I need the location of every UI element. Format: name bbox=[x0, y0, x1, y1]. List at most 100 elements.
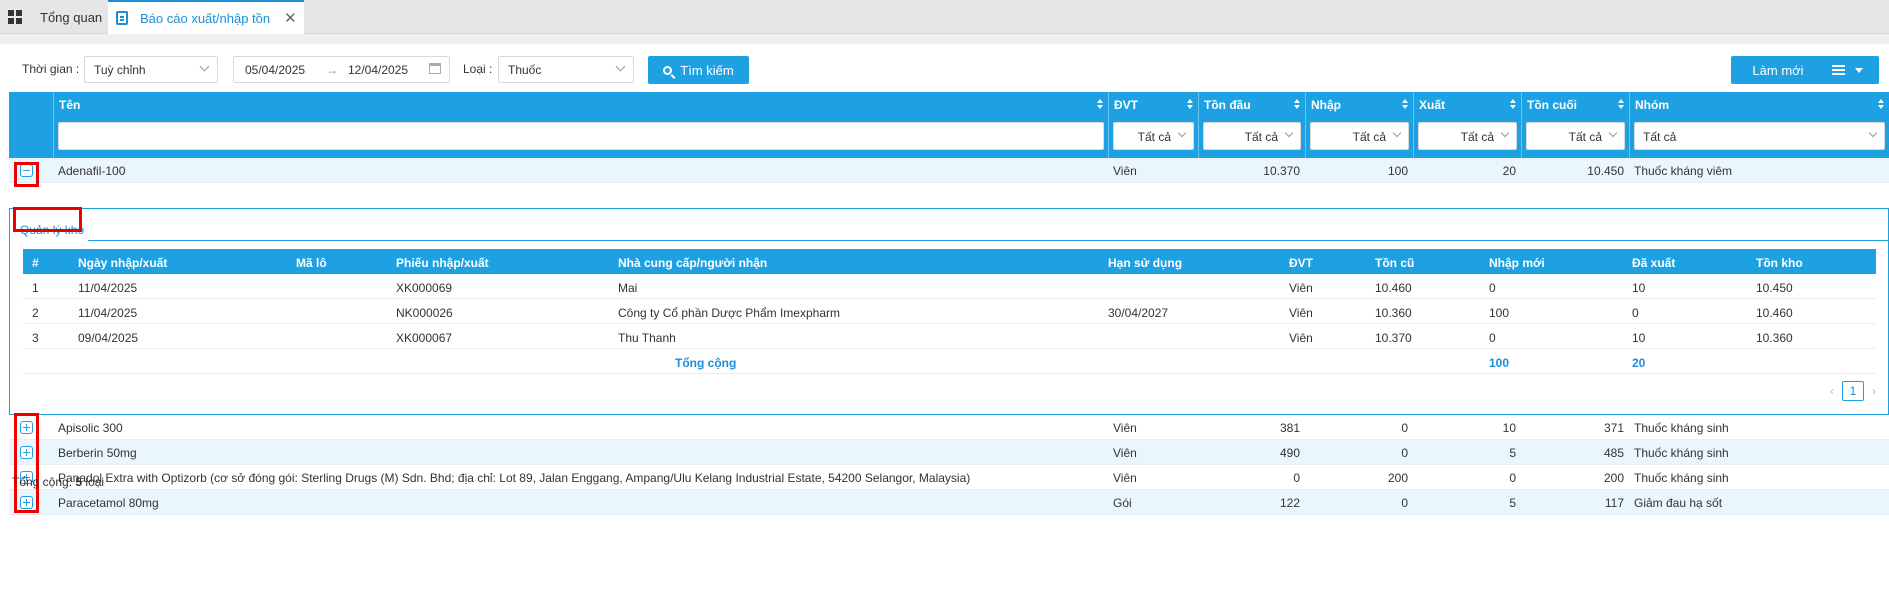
time-select[interactable]: Tuỳ chỉnh bbox=[84, 56, 218, 83]
export-filter[interactable]: Tất cả bbox=[1418, 122, 1517, 150]
row-import: 0 bbox=[1401, 446, 1408, 460]
row-closing: 371 bbox=[1603, 421, 1624, 435]
row-closing: 200 bbox=[1603, 471, 1624, 485]
date-from[interactable]: 05/04/2025 bbox=[245, 63, 305, 77]
table-row[interactable]: Adenafil-100 Viên 10.370 100 20 10.450 T… bbox=[9, 158, 1889, 183]
highlight-tab bbox=[13, 207, 82, 232]
sort-icon[interactable] bbox=[1097, 99, 1103, 109]
total-label: Tổng cộng bbox=[675, 356, 737, 370]
sort-icon[interactable] bbox=[1402, 99, 1408, 109]
cell-old: 10.460 bbox=[1375, 281, 1412, 295]
cell-slip: NK000026 bbox=[396, 306, 453, 320]
col-old: Tồn cũ bbox=[1375, 256, 1415, 270]
chevron-down-icon bbox=[1392, 128, 1402, 138]
sort-icon[interactable] bbox=[1878, 99, 1884, 109]
group-filter[interactable]: Tất cả bbox=[1634, 122, 1885, 150]
table-row[interactable]: Panadol Extra with Optizorb (cơ sở đóng … bbox=[9, 465, 1889, 490]
row-export: 0 bbox=[1509, 471, 1516, 485]
tab-report[interactable]: Báo cáo xuất/nhập tồn ✕ bbox=[108, 0, 304, 34]
row-import: 0 bbox=[1401, 421, 1408, 435]
col-import: Nhập Tất cả bbox=[1305, 92, 1413, 158]
col-title: Nhóm bbox=[1635, 98, 1669, 112]
row-opening: 122 bbox=[1279, 496, 1300, 510]
cell-idx: 2 bbox=[32, 306, 39, 320]
prev-page-icon[interactable]: ‹ bbox=[1830, 384, 1834, 398]
row-name: Berberin 50mg bbox=[58, 446, 137, 460]
filter-value: Tất cả bbox=[1568, 130, 1602, 144]
table-row[interactable]: Paracetamol 80mg Gói 122 0 5 117 Giảm đa… bbox=[9, 490, 1889, 515]
filter-value: Tất cả bbox=[1137, 130, 1171, 144]
refresh-button[interactable]: Làm mới bbox=[1731, 56, 1825, 84]
closing-filter[interactable]: Tất cả bbox=[1526, 122, 1625, 150]
warehouse-row[interactable]: 1 11/04/2025 XK000069 Mai Viên 10.460 0 … bbox=[23, 274, 1876, 299]
table-row[interactable]: Apisolic 300 Viên 381 0 10 371 Thuốc khá… bbox=[9, 415, 1889, 440]
column-settings-button[interactable] bbox=[1816, 56, 1879, 84]
col-date: Ngày nhập/xuất bbox=[78, 256, 168, 270]
page-1-button[interactable]: 1 bbox=[1842, 381, 1864, 401]
filter-value: Tất cả bbox=[1460, 130, 1494, 144]
report-panel: Thời gian : Tuỳ chỉnh 05/04/2025 → 12/04… bbox=[0, 44, 1889, 598]
col-opening: Tồn đầu Tất cả bbox=[1198, 92, 1305, 158]
close-icon[interactable]: ✕ bbox=[284, 9, 297, 27]
chevron-down-icon bbox=[1284, 128, 1294, 138]
type-label: Loại : bbox=[463, 62, 493, 76]
import-filter[interactable]: Tất cả bbox=[1310, 122, 1409, 150]
sort-icon[interactable] bbox=[1618, 99, 1624, 109]
warehouse-row[interactable]: 3 09/04/2025 XK000067 Thu Thanh Viên 10.… bbox=[23, 324, 1876, 349]
row-opening: 381 bbox=[1279, 421, 1300, 435]
cell-partner: Thu Thanh bbox=[618, 331, 676, 345]
col-lot: Mã lô bbox=[296, 256, 327, 270]
row-export: 5 bbox=[1509, 496, 1516, 510]
col-closing: Tồn cuối Tất cả bbox=[1521, 92, 1629, 158]
col-out: Đã xuất bbox=[1632, 256, 1676, 270]
cell-unit: Viên bbox=[1289, 331, 1313, 345]
cell-idx: 3 bbox=[32, 331, 39, 345]
table-footer: Tổng cộng: 5 loại bbox=[12, 475, 104, 489]
total-in: 100 bbox=[1489, 356, 1510, 370]
cell-new-in: 100 bbox=[1489, 306, 1510, 320]
tab-overview[interactable]: Tổng quan bbox=[0, 0, 106, 34]
caret-down-icon bbox=[1855, 67, 1863, 73]
search-button-label: Tìm kiếm bbox=[680, 62, 734, 78]
sort-icon[interactable] bbox=[1187, 99, 1193, 109]
sort-icon[interactable] bbox=[1294, 99, 1300, 109]
row-closing: 10.450 bbox=[1587, 164, 1624, 178]
footer-unit: loại bbox=[85, 475, 105, 489]
row-name: Panadol Extra with Optizorb (cơ sở đóng … bbox=[58, 471, 971, 485]
row-closing: 117 bbox=[1604, 496, 1624, 510]
chevron-down-icon bbox=[1608, 128, 1618, 138]
cell-idx: 1 bbox=[32, 281, 39, 295]
col-expiry: Hạn sử dụng bbox=[1108, 256, 1183, 270]
row-opening: 490 bbox=[1279, 446, 1300, 460]
cell-date: 09/04/2025 bbox=[78, 331, 139, 345]
row-name: Paracetamol 80mg bbox=[58, 496, 159, 510]
search-button[interactable]: Tìm kiếm bbox=[648, 56, 749, 84]
chevron-down-icon bbox=[199, 61, 210, 72]
cell-out: 10 bbox=[1632, 281, 1646, 295]
row-group: Thuốc kháng sinh bbox=[1634, 446, 1729, 460]
col-group: Nhóm Tất cả bbox=[1629, 92, 1889, 158]
unit-filter[interactable]: Tất cả bbox=[1113, 122, 1194, 150]
cell-partner: Mai bbox=[618, 281, 638, 295]
warehouse-row[interactable]: 2 11/04/2025 NK000026 Công ty Cổ phần Dư… bbox=[23, 299, 1876, 324]
cell-slip: XK000067 bbox=[396, 331, 453, 345]
cell-out: 10 bbox=[1632, 331, 1646, 345]
cell-new-in: 0 bbox=[1489, 281, 1496, 295]
cell-stock: 10.360 bbox=[1756, 331, 1793, 345]
type-select[interactable]: Thuốc bbox=[498, 56, 634, 83]
opening-filter[interactable]: Tất cả bbox=[1203, 122, 1301, 150]
sort-icon[interactable] bbox=[1510, 99, 1516, 109]
date-to[interactable]: 12/04/2025 bbox=[348, 63, 408, 77]
col-stock: Tồn kho bbox=[1756, 256, 1803, 270]
date-range-picker[interactable]: 05/04/2025 → 12/04/2025 bbox=[233, 56, 450, 83]
tab-label: Tổng quan bbox=[40, 9, 103, 25]
cell-stock: 10.450 bbox=[1756, 281, 1793, 295]
chevron-down-icon bbox=[1500, 128, 1510, 138]
row-export: 5 bbox=[1509, 446, 1516, 460]
cell-date: 11/04/2025 bbox=[78, 281, 138, 295]
calendar-icon bbox=[429, 63, 441, 74]
name-filter-input[interactable] bbox=[58, 122, 1104, 150]
table-row[interactable]: Berberin 50mg Viên 490 0 5 485 Thuốc khá… bbox=[9, 440, 1889, 465]
chevron-down-icon bbox=[1868, 128, 1878, 138]
next-page-icon[interactable]: › bbox=[1872, 384, 1876, 398]
